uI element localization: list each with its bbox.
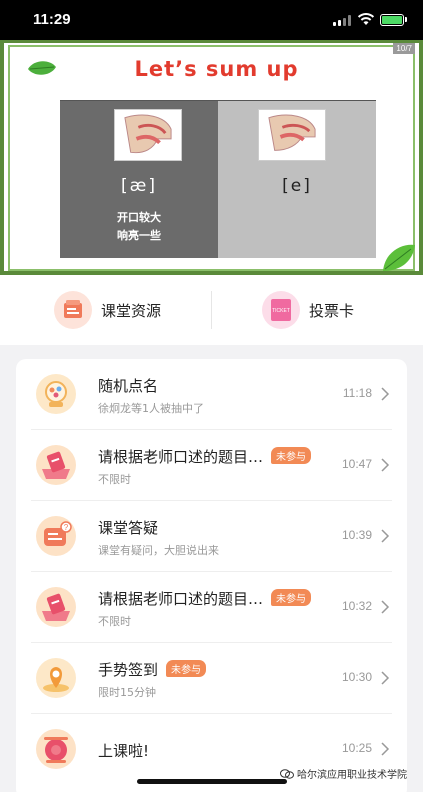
random-pick-icon [36, 374, 76, 414]
wifi-icon [357, 13, 375, 25]
activity-title: 随机点名 [98, 377, 159, 395]
phonetic-left: [æ] [121, 176, 157, 196]
ticket-icon: TICKET [262, 291, 300, 329]
chevron-right-icon [381, 458, 390, 472]
slide-title: Let’s sum up [134, 57, 299, 81]
vote-card-button[interactable]: TICKET 投票卡 [262, 291, 354, 329]
activity-title: 上课啦! [98, 742, 150, 760]
activity-subtitle: 徐炯龙等1人被抽中了 [98, 402, 204, 415]
activity-list: 随机点名 徐炯龙等1人被抽中了 11:18 请根据老师口述的题目… 未参与 不限时… [16, 359, 407, 792]
activity-row-random-pick[interactable]: 随机点名 徐炯龙等1人被抽中了 11:18 [16, 359, 407, 430]
watermark: 哈尔滨应用职业技术学院 [280, 766, 407, 781]
signal-icon [333, 15, 351, 26]
vote-card-icon [36, 587, 76, 627]
activity-title: 请根据老师口述的题目… 未参与 [98, 588, 312, 609]
activity-time: 10:30 [341, 670, 372, 684]
home-indicator[interactable] [137, 779, 287, 784]
chevron-right-icon [381, 600, 390, 614]
activity-time: 10:47 [341, 457, 372, 471]
status-badge: 未参与 [271, 447, 312, 464]
gesture-checkin-icon [36, 658, 76, 698]
slide-panel-right: [e] [218, 101, 376, 258]
quick-action-label: 投票卡 [309, 301, 355, 320]
class-bell-icon [36, 729, 76, 769]
watermark-text: 哈尔滨应用职业技术学院 [297, 770, 407, 781]
leaf-decoration-icon [383, 244, 415, 271]
quick-actions-bar: 课堂资源 TICKET 投票卡 [0, 275, 423, 345]
activity-subtitle: 不限时 [98, 615, 131, 628]
quick-action-label: 课堂资源 [101, 301, 162, 320]
activity-row-class-qa[interactable]: ? 课堂答疑 课堂有疑问，大胆说出来 10:39 [16, 501, 407, 572]
slide-page-badge: 10/7 [393, 43, 415, 54]
chevron-right-icon [381, 387, 390, 401]
chevron-right-icon [381, 529, 390, 543]
svg-text:?: ? [64, 523, 69, 532]
wechat-icon [280, 768, 294, 779]
classroom-resource-icon [54, 291, 92, 329]
status-bar: 11:29 [0, 0, 423, 40]
activity-row-question-1[interactable]: 请根据老师口述的题目… 未参与 不限时 10:47 [16, 430, 407, 501]
status-badge: 未参与 [166, 660, 207, 677]
activity-subtitle: 限时15分钟 [98, 686, 156, 699]
activity-time: 11:18 [342, 386, 372, 400]
activity-title: 请根据老师口述的题目… 未参与 [98, 446, 312, 467]
classroom-resources-button[interactable]: 课堂资源 [54, 291, 161, 329]
activity-subtitle: 课堂有疑问，大胆说出来 [98, 544, 219, 557]
activity-row-gesture-checkin[interactable]: 手势签到 未参与 限时15分钟 10:30 [16, 643, 407, 714]
phonetic-right: [e] [282, 176, 312, 196]
chevron-right-icon [381, 742, 390, 756]
activity-time: 10:39 [341, 528, 372, 542]
activity-time: 10:25 [341, 741, 372, 755]
activity-time: 10:32 [341, 599, 372, 613]
pronunciation-note: 开口较大 响亮一些 [117, 211, 161, 242]
slide-preview[interactable]: 10/7 Let’s sum up [æ] 开口较大 响亮一些 [e] [0, 40, 423, 275]
status-badge: 未参与 [271, 589, 312, 606]
slide-panel-left: [æ] 开口较大 响亮一些 [60, 101, 218, 258]
activity-row-question-2[interactable]: 请根据老师口述的题目… 未参与 不限时 10:32 [16, 572, 407, 643]
battery-icon [380, 14, 404, 26]
mouth-diagram-open-icon [114, 109, 182, 161]
activity-subtitle: 不限时 [98, 473, 131, 486]
vote-card-icon [36, 445, 76, 485]
qa-icon: ? [36, 516, 76, 556]
mouth-diagram-half-open-icon [258, 109, 326, 161]
activity-title: 课堂答疑 [98, 519, 159, 537]
chevron-right-icon [381, 671, 390, 685]
status-time: 11:29 [33, 11, 71, 28]
activity-title: 手势签到 未参与 [98, 659, 207, 680]
ticket-icon-text: TICKET [272, 308, 290, 314]
